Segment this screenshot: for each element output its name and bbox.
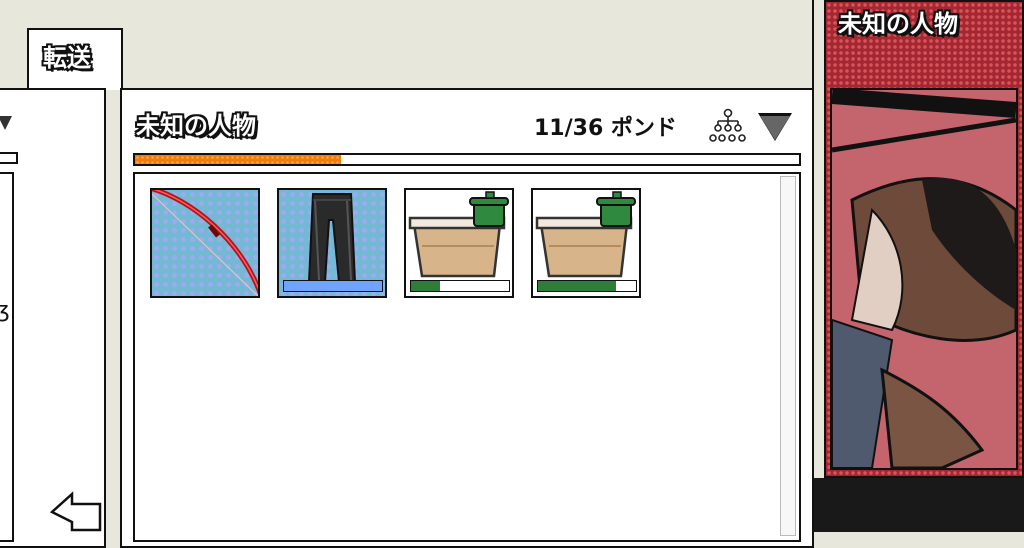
item-slot-pants[interactable] <box>277 188 387 298</box>
durability-bar <box>410 280 510 292</box>
left-capacity-bar <box>0 152 18 164</box>
left-item-list <box>0 172 14 542</box>
durability-bar-fill <box>284 281 382 291</box>
panel-divider <box>812 0 814 532</box>
dropdown-triangle-icon[interactable] <box>760 116 790 140</box>
sort-tree-icon[interactable] <box>708 108 748 144</box>
item-slot-food-container[interactable] <box>404 188 514 298</box>
item-grid-scrollbar[interactable] <box>780 176 796 536</box>
back-arrow-icon[interactable] <box>50 490 102 532</box>
container-title: 未知の人物 <box>136 112 256 140</box>
durability-bar-fill <box>411 281 441 291</box>
durability-bar-fill <box>538 281 617 291</box>
left-dropdown-icon[interactable] <box>0 116 12 130</box>
durability-bar <box>283 280 383 292</box>
left-partial-glyph: ʒ <box>0 298 10 323</box>
tab-transfer[interactable]: 転送 <box>27 28 123 90</box>
item-slot-bow[interactable] <box>150 188 260 298</box>
weight-label: 11/36 ポンド <box>534 116 677 141</box>
item-slot-food-container[interactable] <box>531 188 641 298</box>
character-portrait <box>830 88 1018 470</box>
bottom-dark-strip <box>814 478 1024 532</box>
capacity-bar <box>133 153 801 166</box>
tab-transfer-label: 転送 <box>43 44 91 72</box>
character-title: 未知の人物 <box>838 10 958 38</box>
capacity-bar-fill <box>135 155 341 164</box>
bow-icon <box>152 190 258 296</box>
durability-bar <box>537 280 637 292</box>
